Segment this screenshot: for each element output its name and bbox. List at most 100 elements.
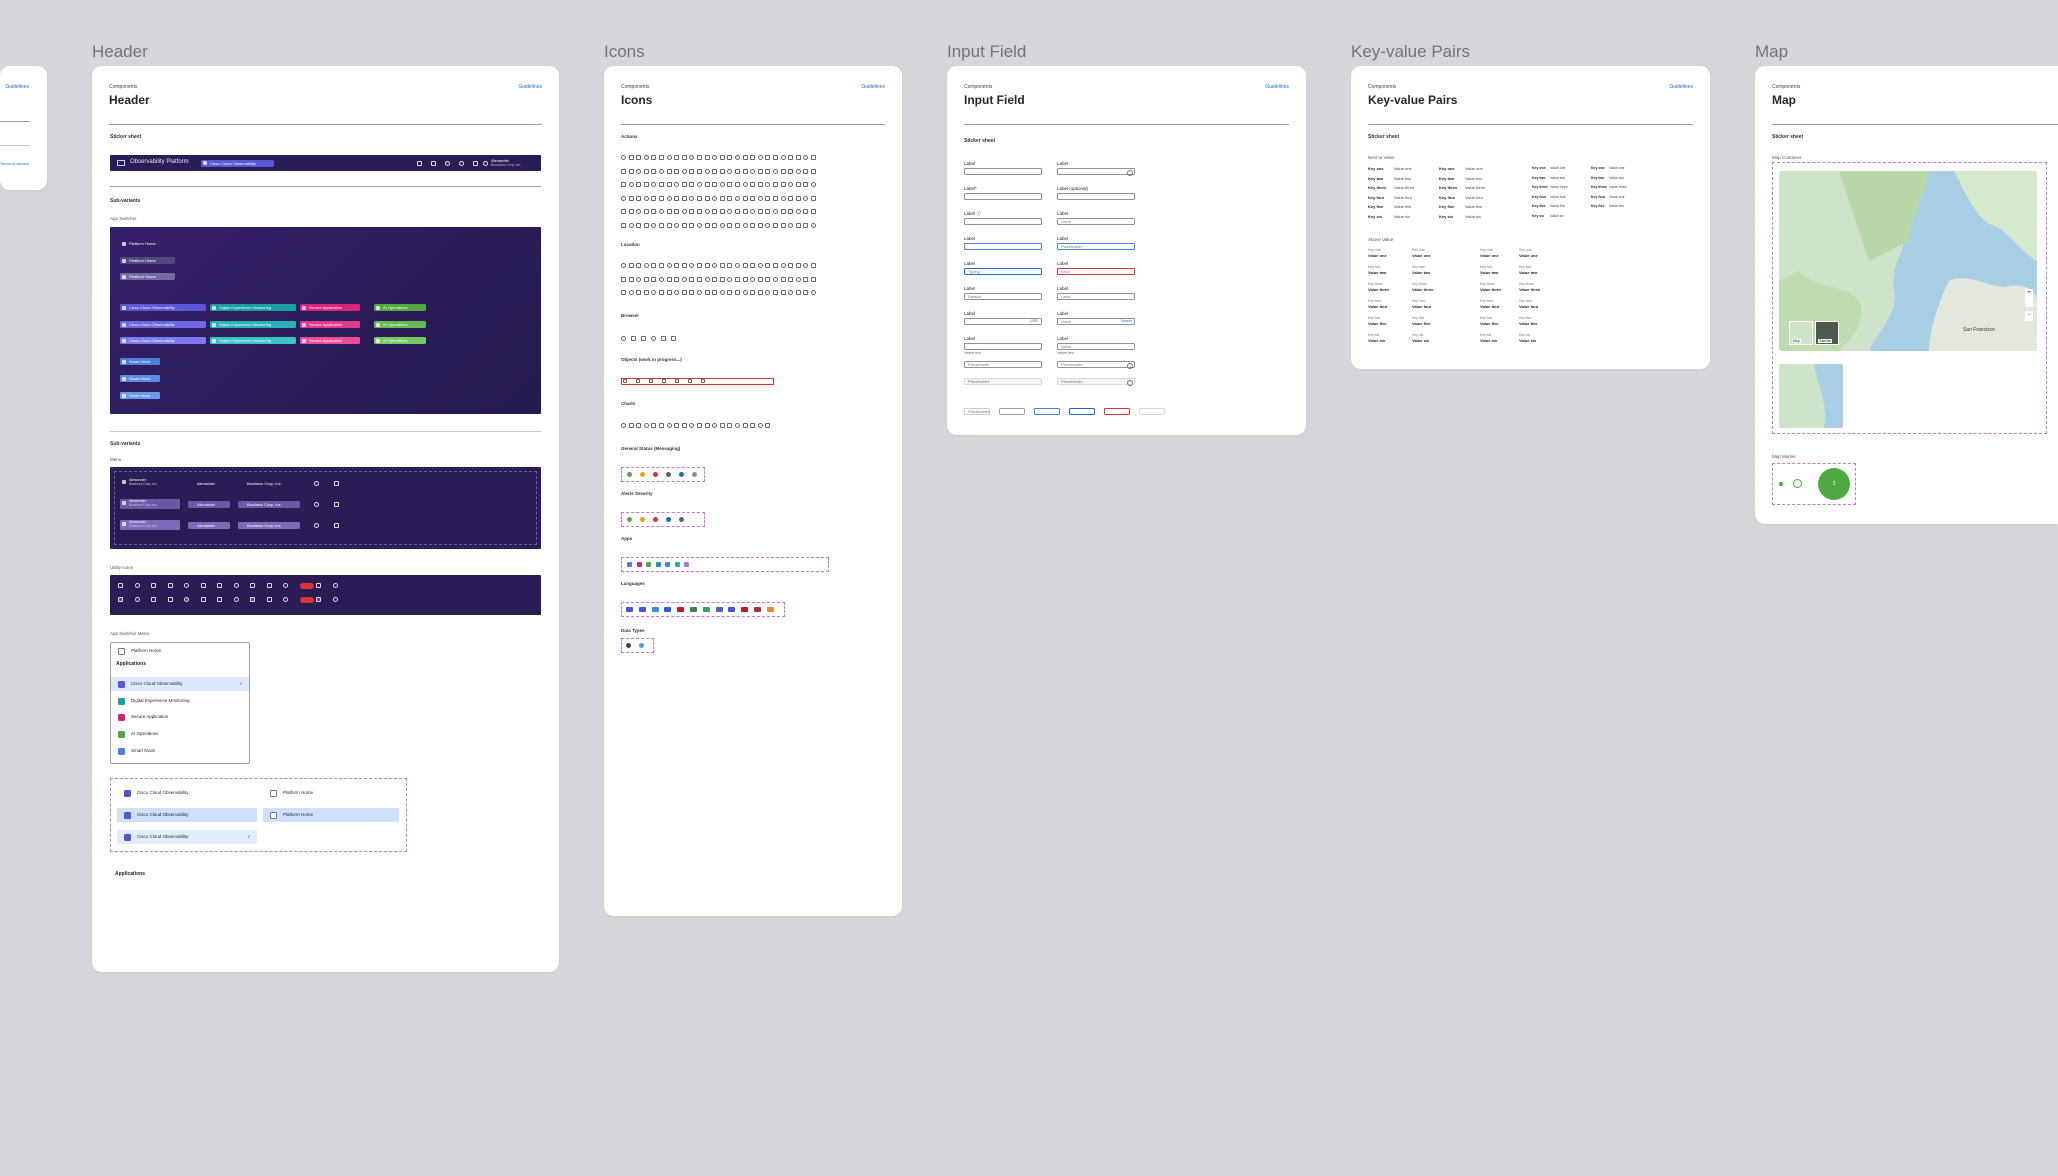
text-input[interactable] <box>964 168 1042 175</box>
map-type-toggle[interactable]: Map <box>1789 321 1813 345</box>
text-input[interactable] <box>964 193 1042 200</box>
option-platform-home[interactable]: Platform Home <box>263 786 399 800</box>
guidelines-link[interactable]: Guidelines <box>518 84 542 90</box>
grid-icon[interactable] <box>332 583 338 588</box>
bell-icon[interactable] <box>473 161 478 166</box>
marker-medium[interactable] <box>1793 479 1802 488</box>
marker-cluster[interactable]: 3 <box>1818 468 1850 500</box>
app-pill-observability[interactable]: Cisco Cloud Observability <box>120 304 206 311</box>
mini-input[interactable]: Placeholder <box>964 408 990 415</box>
mini-input[interactable] <box>1034 408 1060 415</box>
alert-icon[interactable] <box>167 583 173 588</box>
platform-home-pill[interactable]: Platform Home <box>120 257 175 264</box>
text-input[interactable]: Label <box>1057 293 1135 300</box>
help-icon[interactable] <box>134 583 140 588</box>
bell-icon[interactable] <box>184 597 189 602</box>
docs-icon[interactable] <box>417 161 422 166</box>
text-input[interactable]: Value <box>1057 218 1135 225</box>
warning-icon[interactable] <box>217 597 222 602</box>
help-icon[interactable] <box>233 597 239 602</box>
text-input[interactable]: Placeholder <box>1057 361 1135 368</box>
app-pill-experience[interactable]: Digital Experience Monitoring <box>210 337 296 344</box>
text-input[interactable] <box>1057 168 1135 175</box>
text-input[interactable]: Placeholder <box>1057 243 1135 250</box>
docs-icon[interactable] <box>250 583 255 588</box>
notification-badge[interactable] <box>299 583 314 589</box>
menu-item-experience[interactable]: Digital Experience Monitoring <box>111 694 249 708</box>
text-input[interactable]: Placeholder <box>964 378 1042 385</box>
search-suffix[interactable]: Search <box>1121 319 1132 323</box>
mini-input[interactable] <box>1139 408 1165 415</box>
app-pill-security[interactable]: Secure Application <box>300 337 360 344</box>
text-input[interactable] <box>964 343 1042 350</box>
mini-input[interactable] <box>1104 408 1130 415</box>
smart-noob-pill[interactable]: Smart Noob <box>120 358 160 365</box>
bell-icon[interactable] <box>118 597 123 602</box>
guidelines-link[interactable]: Guidelines <box>861 84 885 90</box>
help-icon[interactable] <box>134 597 140 602</box>
text-input[interactable]: Placeholder <box>964 361 1042 368</box>
option-platform-home-hover[interactable]: Platform Home <box>263 808 399 822</box>
app-switcher-button[interactable]: Cisco Cloud Observability <box>201 159 274 167</box>
menu-item-security[interactable]: Secure Application <box>111 710 249 724</box>
smart-noob-pill[interactable]: Smart Noob <box>120 392 160 399</box>
map-thumbnail[interactable] <box>1779 364 1843 428</box>
text-input[interactable]: Default <box>964 293 1042 300</box>
app-pill-security[interactable]: Secure Application <box>300 321 360 328</box>
text-input[interactable] <box>964 218 1042 225</box>
guidelines-link[interactable]: Guidelines <box>1265 84 1289 90</box>
text-input[interactable] <box>964 243 1042 250</box>
bell-icon[interactable] <box>283 597 288 602</box>
settings-icon[interactable] <box>200 583 206 588</box>
text-input[interactable]: Error <box>1057 268 1135 275</box>
bell-icon[interactable] <box>118 583 123 588</box>
help-icon[interactable] <box>445 161 450 166</box>
docs-icon[interactable] <box>250 597 255 602</box>
menu-item-smart-noob[interactable]: Smart Noob <box>111 744 249 758</box>
menu-item-platform-home[interactable]: Platform Home <box>111 644 249 658</box>
settings-icon[interactable] <box>200 597 206 602</box>
zoom-out-button[interactable]: − <box>2025 311 2033 321</box>
app-pill-aiops[interactable]: AI Operations <box>374 321 426 328</box>
settings-icon[interactable] <box>266 597 272 602</box>
zoom-in-button[interactable]: + <box>2025 289 2033 307</box>
warning-icon[interactable] <box>217 583 222 588</box>
app-pill-experience[interactable]: Digital Experience Monitoring <box>210 321 296 328</box>
user-icon[interactable] <box>483 161 488 166</box>
app-pill-observability[interactable]: Cisco Cloud Observability <box>120 321 206 328</box>
map-view[interactable]: Map Satellite San Francisco + − <box>1779 171 2037 351</box>
apps-grid-icon[interactable] <box>316 583 321 588</box>
app-pill-security[interactable]: Secure Application <box>300 304 360 311</box>
menu-item-observability[interactable]: Cisco Cloud Observability ✓ <box>111 677 249 691</box>
apps-grid-icon[interactable] <box>431 161 436 166</box>
text-input[interactable]: Placeholder <box>1057 378 1135 385</box>
satellite-toggle[interactable]: Satellite <box>1815 321 1839 345</box>
option-observability[interactable]: Cisco Cloud Observability <box>117 786 257 800</box>
grid-icon[interactable] <box>332 597 338 602</box>
terms-link[interactable]: Terms of service <box>0 161 29 166</box>
mini-input[interactable] <box>999 408 1025 415</box>
app-pill-observability[interactable]: Cisco Cloud Observability <box>120 337 206 344</box>
platform-home-pill[interactable]: Platform Home <box>120 273 175 280</box>
user-icon[interactable] <box>151 583 156 588</box>
apps-grid-icon[interactable] <box>316 597 321 602</box>
user-icon[interactable] <box>151 597 156 602</box>
bell-icon[interactable] <box>283 583 288 588</box>
app-pill-aiops[interactable]: AI Operations <box>374 304 426 311</box>
bell-icon[interactable] <box>184 583 189 588</box>
mini-input[interactable] <box>1069 408 1095 415</box>
option-observability-hover[interactable]: Cisco Cloud Observability <box>117 808 257 822</box>
app-pill-aiops[interactable]: AI Operations <box>374 337 426 344</box>
text-input[interactable]: Value <box>1057 343 1135 350</box>
settings-icon[interactable] <box>266 583 272 588</box>
smart-noob-pill[interactable]: Smart Noob <box>120 375 160 382</box>
menu-item-aiops[interactable]: AI Operations <box>111 727 249 741</box>
alert-icon[interactable] <box>167 597 173 602</box>
app-pill-experience[interactable]: Digital Experience Monitoring <box>210 304 296 311</box>
option-observability-selected[interactable]: Cisco Cloud Observability ✓ <box>117 830 257 844</box>
help-icon[interactable] <box>233 583 239 588</box>
settings-icon[interactable] <box>459 161 464 166</box>
guidelines-link[interactable]: Guidelines <box>5 84 29 90</box>
notification-badge[interactable] <box>299 597 314 603</box>
marker-small[interactable] <box>1779 482 1783 486</box>
